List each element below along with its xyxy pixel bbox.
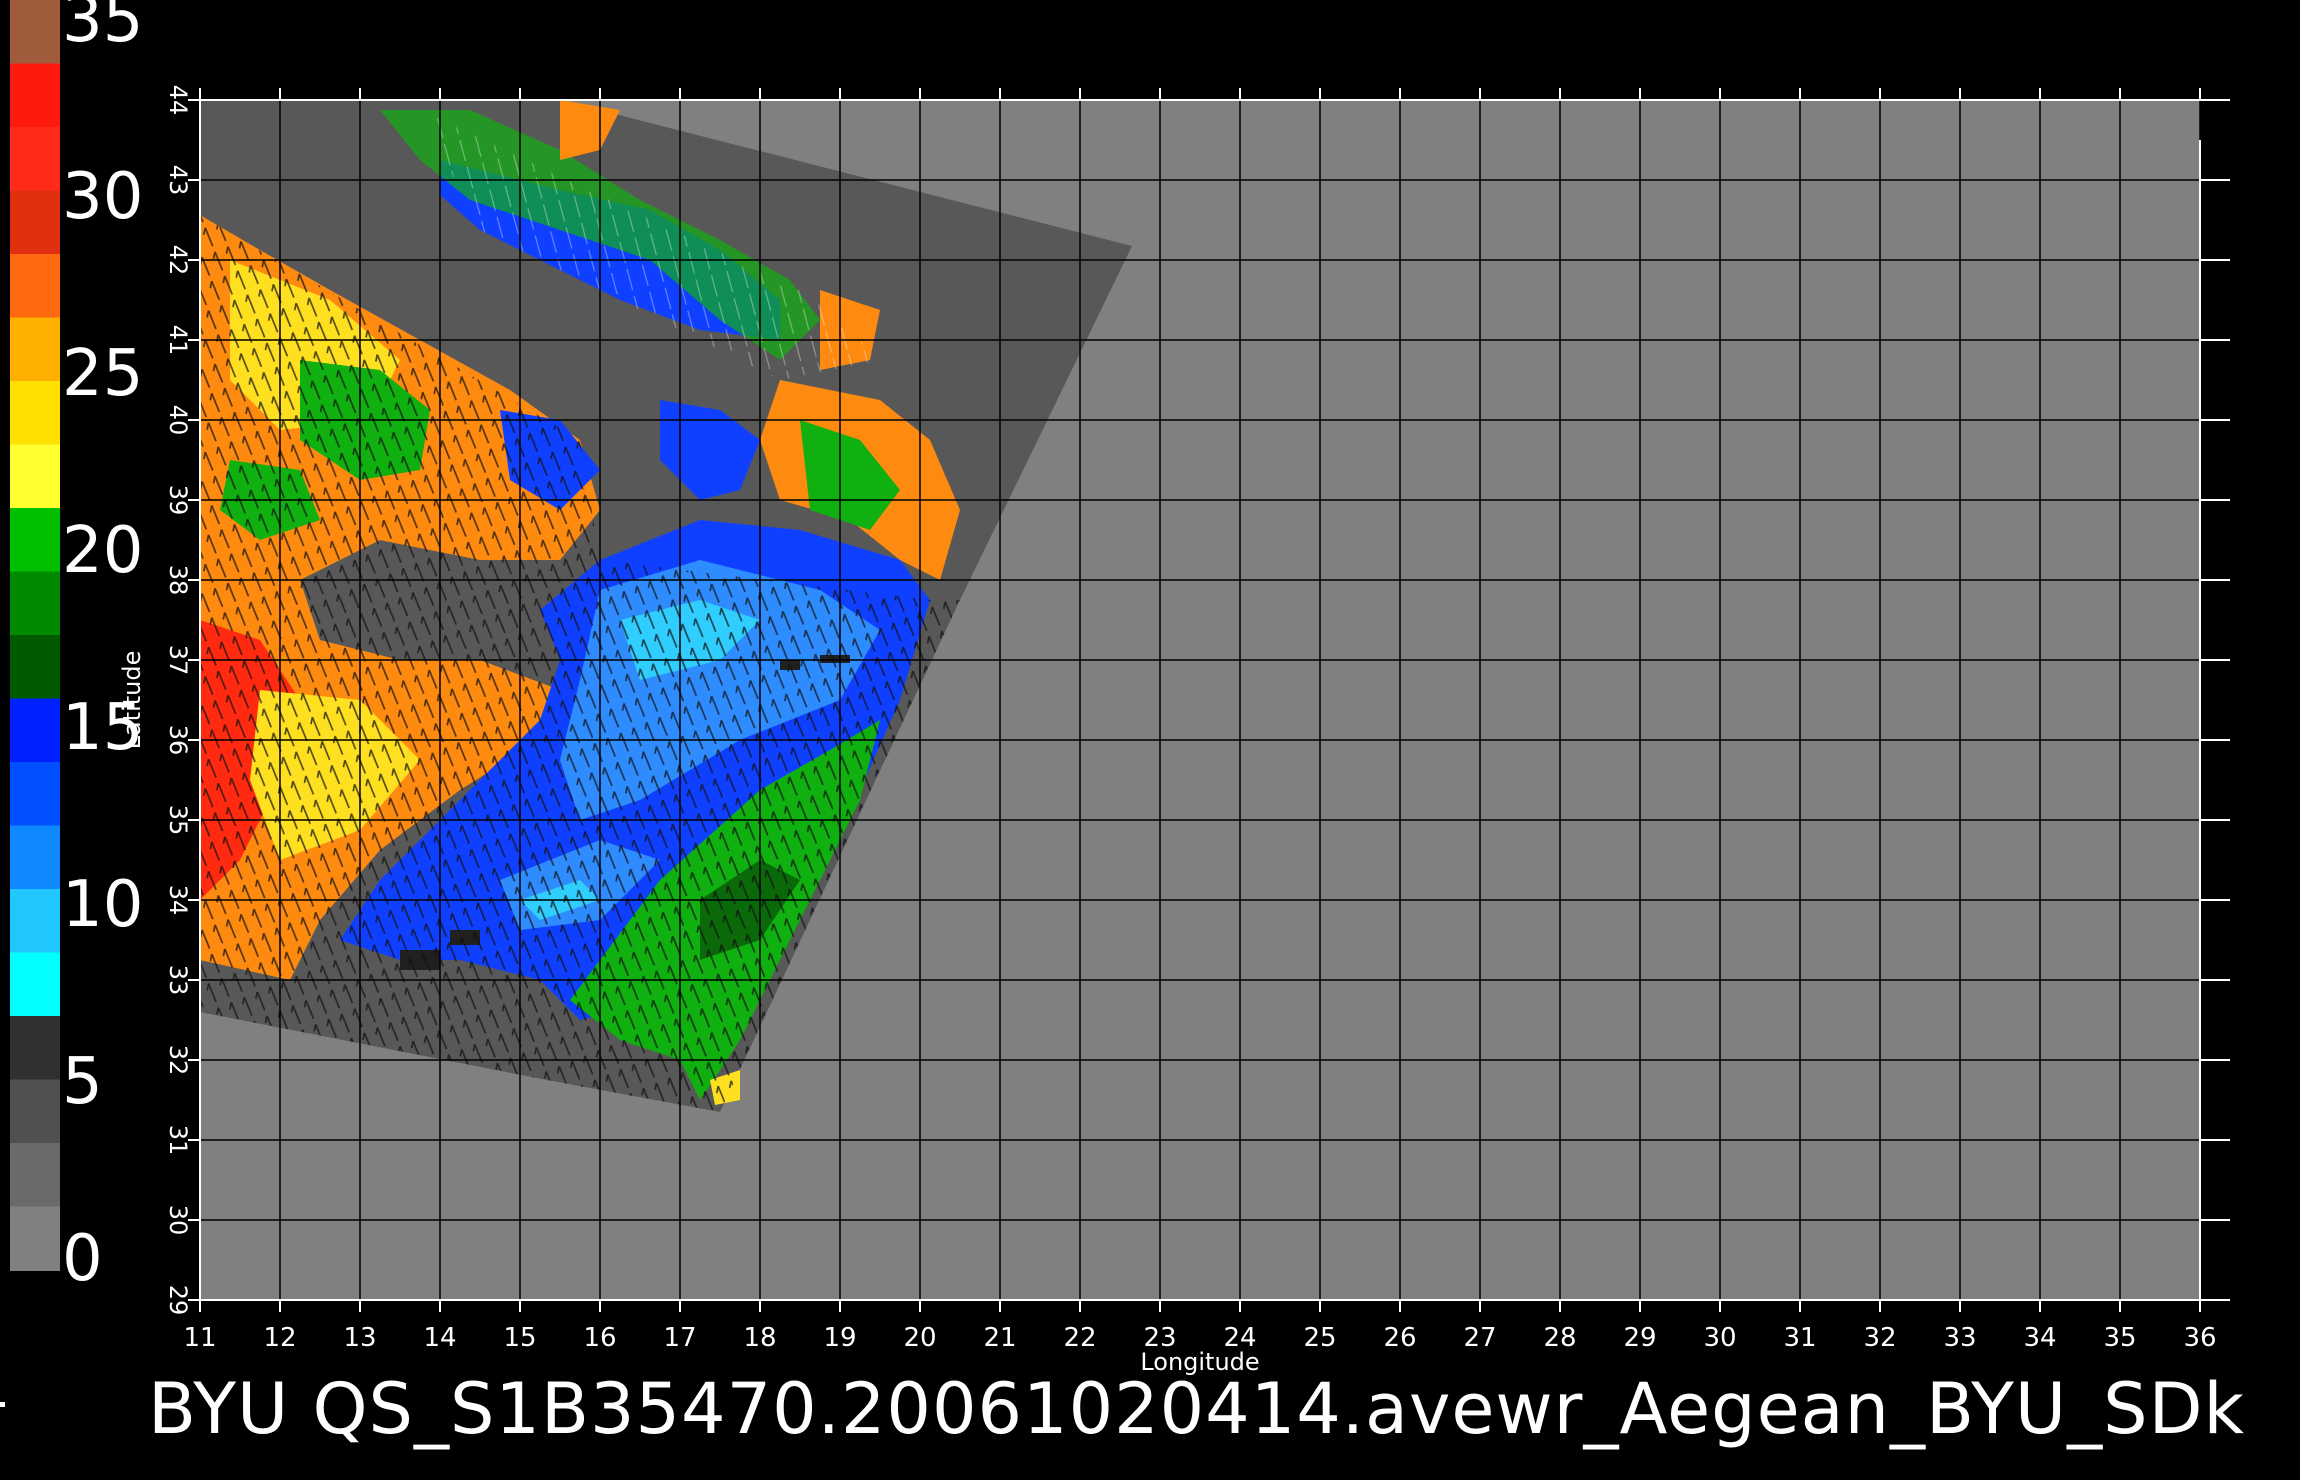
colorbar-segment [10,571,60,636]
colorbar-segment [10,190,60,255]
lon-tick-label: 35 [2103,1323,2136,1353]
map-panel: 11 12 13 14 15 16 17 18 19 20 21 22 23 24 25 26 27 28 29 30… [118,85,2230,1376]
colorbar-segment [10,127,60,192]
lat-tick-label: 44 [164,85,192,116]
lat-tick-label: 35 [164,805,192,836]
lon-tick-label: 17 [663,1323,696,1353]
colorbar-segment [10,825,60,890]
lon-tick-label: 25 [1303,1323,1336,1353]
lon-tick-label: 31 [1783,1323,1816,1353]
colorbar [10,0,60,1271]
lat-tick-label: 41 [164,325,192,356]
map-figure: 11 12 13 14 15 16 17 18 19 20 21 22 23 24 25 26 27 28 29 30… [10,0,2230,1376]
lon-tick-label: 15 [503,1323,536,1353]
colorbar-segment [10,635,60,700]
lon-tick-label: 19 [823,1323,856,1353]
lon-tick-label: 26 [1383,1323,1416,1353]
lon-tick-label: 18 [743,1323,776,1353]
colorbar-segment [10,1206,60,1271]
colorbar-tick-label: 35 [62,0,144,57]
lon-tick-label: 14 [423,1323,456,1353]
lat-tick-label: 42 [164,245,192,276]
colorbar-tick-label: 5 [62,1045,103,1119]
colorbar-segment [10,1143,60,1208]
colorbar-segment [10,698,60,763]
colorbar-tick-label: 30 [62,160,144,234]
lat-tick-label: 36 [164,725,192,756]
lat-tick-label: 30 [164,1205,192,1236]
lon-tick-label: 11 [183,1323,216,1353]
colorbar-tick-label: 10 [62,868,144,942]
lon-tick-label: 28 [1543,1323,1576,1353]
colorbar-segment [10,254,60,319]
footer-title: BYU QS_S1B35470.20061020414.avewr_Aegean… [148,1368,2246,1450]
lon-tick-label: 29 [1623,1323,1656,1353]
lat-tick-label: 34 [164,885,192,916]
lon-tick-label: 27 [1463,1323,1496,1353]
lat-tick-label: 38 [164,565,192,596]
colorbar-segment [10,762,60,827]
lon-tick-label: 30 [1703,1323,1736,1353]
lon-tick-label: 34 [2023,1323,2056,1353]
colorbar-tick-label: 20 [62,514,144,588]
lat-tick-label: 31 [164,1125,192,1156]
colorbar-segment [10,444,60,509]
lat-tick-label: 43 [164,165,192,196]
lon-tick-label: 12 [263,1323,296,1353]
colorbar-tick-label: 25 [62,337,144,411]
lat-tick-label: 29 [164,1285,192,1316]
colorbar-tick-label: 15 [62,691,144,765]
colorbar-segment [10,889,60,954]
lon-tick-label: 33 [1943,1323,1976,1353]
colorbar-segment [10,1079,60,1144]
lon-tick-label: 13 [343,1323,376,1353]
lon-tick-label: 20 [903,1323,936,1353]
lat-tick-label: 37 [164,645,192,676]
colorbar-segment [10,1016,60,1081]
lon-tick-label: 16 [583,1323,616,1353]
colorbar-tick-label: 0 [62,1222,103,1296]
colorbar-segment [10,508,60,573]
lon-tick-label: 32 [1863,1323,1896,1353]
colorbar-segment [10,0,60,65]
lat-tick-label: 33 [164,965,192,996]
colorbar-segment [10,63,60,128]
lon-tick-label: 22 [1063,1323,1096,1353]
colorbar-segment [10,381,60,446]
corner-dot [0,1402,5,1407]
lon-tick-label: 36 [2183,1323,2216,1353]
lon-tick-label: 21 [983,1323,1016,1353]
lat-tick-label: 40 [164,405,192,436]
colorbar-segment [10,952,60,1017]
lat-tick-label: 39 [164,485,192,516]
colorbar-segment [10,317,60,382]
lat-tick-label: 32 [164,1045,192,1076]
